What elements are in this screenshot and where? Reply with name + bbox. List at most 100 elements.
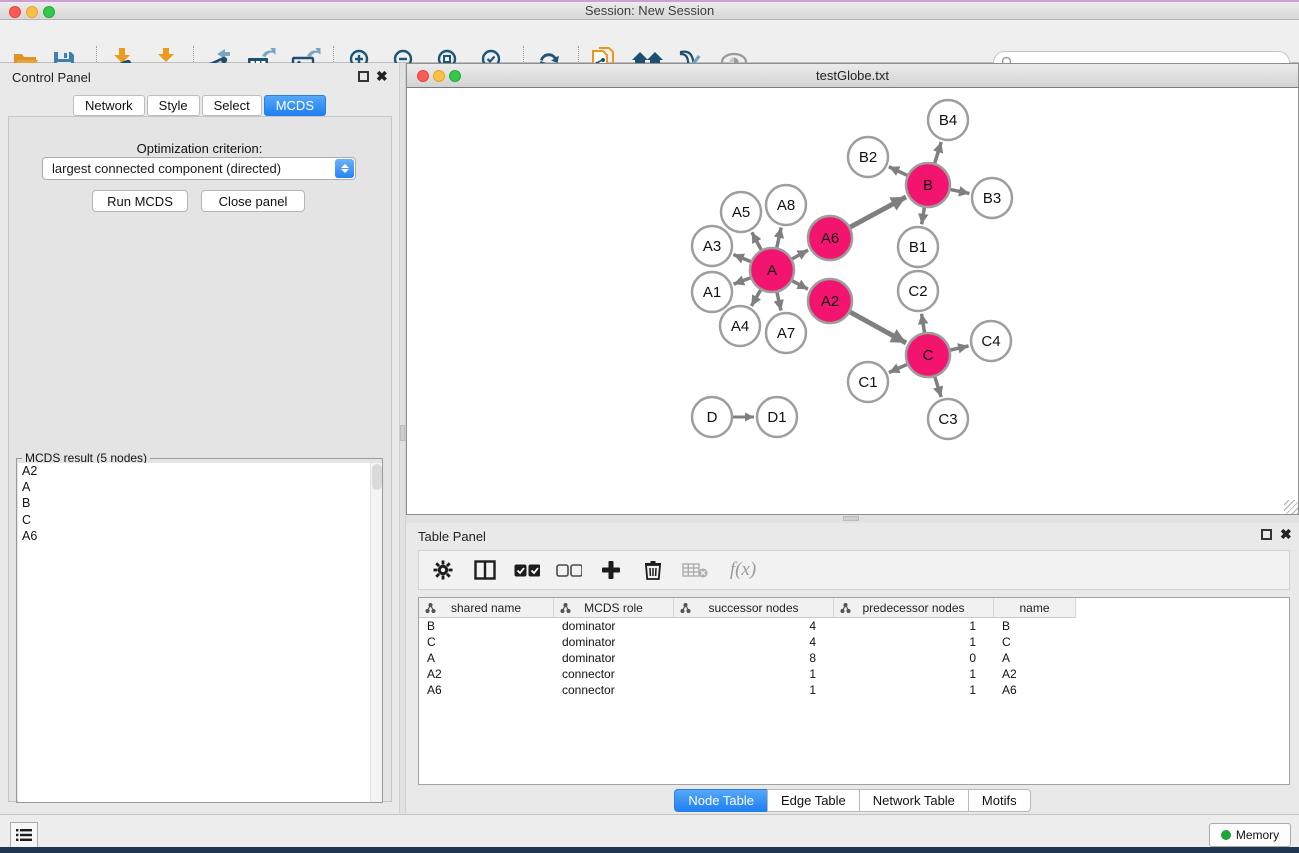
vertical-splitter[interactable]	[399, 63, 406, 813]
scrollbar[interactable]	[370, 463, 382, 802]
graph-edge-A-A1[interactable]	[734, 278, 751, 284]
table-cell[interactable]: 1	[834, 682, 994, 698]
tab-motifs[interactable]: Motifs	[968, 789, 1031, 812]
graph-edge-A-A2[interactable]	[792, 281, 808, 289]
table-row[interactable]: A2connector11A2	[419, 666, 1289, 682]
graph-node-D1[interactable]: D1	[757, 397, 797, 437]
graph-node-A8[interactable]: A8	[766, 185, 806, 225]
table-cell[interactable]: A6	[994, 682, 1076, 698]
mcds-result-item[interactable]: C	[18, 512, 370, 528]
column-header-MCDS-role[interactable]: MCDS role	[554, 598, 674, 618]
criterion-dropdown[interactable]: largest connected component (directed)	[42, 157, 356, 180]
graph-edge-C-C3[interactable]	[935, 377, 941, 397]
node-table[interactable]: shared nameMCDS rolesuccessor nodesprede…	[418, 597, 1290, 785]
tab-network-table[interactable]: Network Table	[859, 789, 969, 812]
graph-node-A[interactable]: A	[750, 248, 794, 292]
table-row[interactable]: Adominator80A	[419, 650, 1289, 666]
close-window-icon[interactable]	[9, 6, 21, 18]
tab-edge-table[interactable]: Edge Table	[767, 789, 860, 812]
graph-node-A5[interactable]: A5	[721, 192, 761, 232]
minimize-window-icon[interactable]	[26, 6, 38, 18]
graph-edge-A-A8[interactable]	[777, 227, 781, 247]
graph-edge-B-B2[interactable]	[889, 167, 907, 176]
table-cell[interactable]: A	[994, 650, 1076, 666]
table-row[interactable]: Cdominator41C	[419, 634, 1289, 650]
table-cell[interactable]: 4	[674, 634, 834, 650]
add-icon[interactable]	[597, 557, 625, 583]
deselect-all-icon[interactable]	[555, 557, 583, 583]
table-cell[interactable]: C	[994, 634, 1076, 650]
graph-node-A1[interactable]: A1	[692, 272, 732, 312]
graph-edge-A-A6[interactable]	[792, 250, 808, 259]
float-panel-icon[interactable]	[358, 70, 369, 85]
graph-edge-B-B1[interactable]	[922, 208, 925, 225]
zoom-window-icon[interactable]	[43, 6, 55, 18]
tab-mcds[interactable]: MCDS	[264, 95, 326, 116]
table-cell[interactable]: A	[419, 650, 554, 666]
table-cell[interactable]: A2	[994, 666, 1076, 682]
run-mcds-button[interactable]: Run MCDS	[92, 190, 188, 212]
table-row[interactable]: A6connector11A6	[419, 682, 1289, 698]
graph-node-A2[interactable]: A2	[808, 279, 852, 323]
table-cell[interactable]: dominator	[554, 618, 674, 634]
close-window-icon[interactable]	[417, 70, 429, 82]
memory-button[interactable]: Memory	[1209, 823, 1291, 847]
table-cell[interactable]: 4	[674, 618, 834, 634]
graph-node-B4[interactable]: B4	[928, 100, 968, 140]
table-cell[interactable]: B	[419, 618, 554, 634]
column-header-name[interactable]: name	[994, 598, 1076, 618]
column-header-successor-nodes[interactable]: successor nodes	[674, 598, 834, 618]
table-cell[interactable]: 1	[834, 666, 994, 682]
table-cell[interactable]: A6	[419, 682, 554, 698]
graph-node-C4[interactable]: C4	[971, 321, 1011, 361]
table-cell[interactable]: 1	[834, 634, 994, 650]
mcds-result-item[interactable]: A	[18, 479, 370, 495]
column-header-shared-name[interactable]: shared name	[419, 598, 554, 618]
close-panel-button[interactable]: Close panel	[201, 190, 305, 212]
table-cell[interactable]: B	[994, 618, 1076, 634]
graph-edge-A-A3[interactable]	[733, 255, 750, 262]
table-cell[interactable]: dominator	[554, 650, 674, 666]
table-cell[interactable]: dominator	[554, 634, 674, 650]
graph-node-A7[interactable]: A7	[766, 313, 806, 353]
task-history-button[interactable]	[10, 822, 38, 848]
close-panel-icon[interactable]: ✖	[376, 70, 388, 82]
table-cell[interactable]: C	[419, 634, 554, 650]
tab-node-table[interactable]: Node Table	[674, 789, 768, 812]
graph-node-B3[interactable]: B3	[972, 178, 1012, 218]
table-cell[interactable]: 1	[674, 682, 834, 698]
close-panel-icon[interactable]: ✖	[1280, 528, 1292, 540]
tab-select[interactable]: Select	[202, 95, 262, 116]
table-cell[interactable]: 0	[834, 650, 994, 666]
float-panel-icon[interactable]	[1261, 528, 1272, 543]
table-cell[interactable]: connector	[554, 666, 674, 682]
zoom-window-icon[interactable]	[449, 70, 461, 82]
table-cell[interactable]: A2	[419, 666, 554, 682]
columns-icon[interactable]	[471, 557, 499, 583]
graph-node-C3[interactable]: C3	[928, 399, 968, 439]
column-header-predecessor-nodes[interactable]: predecessor nodes	[834, 598, 994, 618]
horizontal-splitter[interactable]	[406, 515, 1299, 523]
graph-edge-C-C4[interactable]	[950, 346, 968, 350]
resize-grip-icon[interactable]	[1284, 500, 1298, 514]
graph-node-B2[interactable]: B2	[848, 137, 888, 177]
gear-icon[interactable]	[429, 557, 457, 583]
tab-style[interactable]: Style	[147, 95, 200, 116]
minimize-window-icon[interactable]	[433, 70, 445, 82]
graph-edge-B-B4[interactable]	[935, 142, 941, 163]
graph-node-C1[interactable]: C1	[848, 362, 888, 402]
table-row[interactable]: Bdominator41B	[419, 618, 1289, 634]
table-cell[interactable]: connector	[554, 682, 674, 698]
splitter-grip[interactable]	[843, 516, 859, 521]
select-all-icon[interactable]	[513, 557, 541, 583]
graph-node-C[interactable]: C	[906, 333, 950, 377]
graph-edge-B-B3[interactable]	[951, 190, 970, 194]
trash-icon[interactable]	[639, 557, 667, 583]
mcds-result-item[interactable]: B	[18, 495, 370, 511]
graph-node-A6[interactable]: A6	[808, 216, 852, 260]
graph-edge-A-A7[interactable]	[777, 292, 781, 310]
graph-node-B[interactable]: B	[906, 163, 950, 207]
table-cell[interactable]: 1	[834, 618, 994, 634]
mcds-result-item[interactable]: A6	[18, 528, 370, 544]
graph-node-D[interactable]: D	[692, 397, 732, 437]
